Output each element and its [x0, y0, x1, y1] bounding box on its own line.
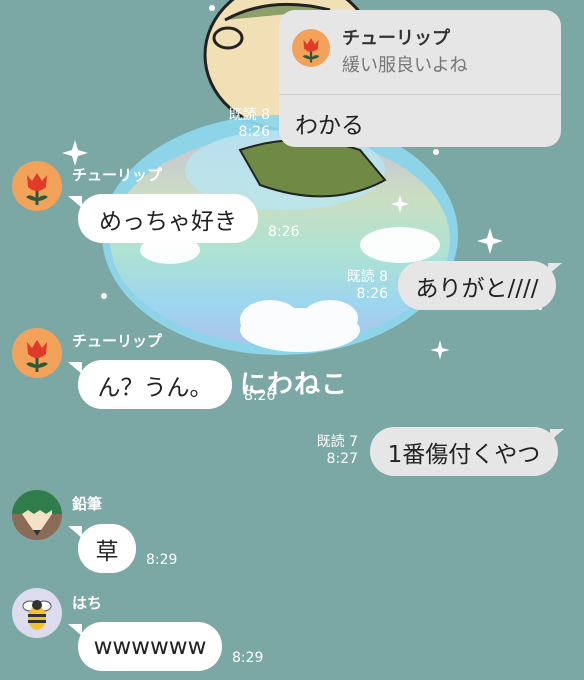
message-bubble[interactable]: 草 — [78, 524, 136, 573]
timestamp: 8:29 — [232, 650, 264, 666]
bee-avatar[interactable] — [12, 588, 62, 638]
pencil-icon — [12, 490, 62, 536]
pencil-avatar[interactable] — [12, 490, 62, 540]
quoted-message[interactable]: チューリップ 緩い服良いよね — [279, 10, 561, 95]
read-receipt: 既読 7 8:27 — [316, 434, 358, 467]
tulip-icon — [292, 29, 330, 67]
bubble-tail — [548, 263, 562, 275]
message-bubble[interactable]: めっちゃ好き — [78, 194, 258, 243]
message-text: わかる — [295, 113, 364, 139]
quoted-sender: チューリップ — [342, 28, 450, 49]
read-receipt: 既読 8 8:26 — [346, 269, 388, 302]
bee-icon — [22, 600, 52, 630]
sender-name: 鉛筆 — [72, 495, 103, 513]
bubble-tail — [550, 429, 564, 441]
message-bubble[interactable]: 1番傷付くやつ — [370, 427, 558, 476]
tulip-avatar[interactable] — [12, 328, 62, 378]
sender-name: チューリップ — [72, 332, 163, 350]
timestamp: 8:29 — [146, 552, 178, 568]
quoted-text: 緩い服良いよね — [342, 55, 468, 76]
sender-name: はち — [72, 594, 103, 612]
timestamp: 8:26 — [268, 224, 300, 240]
message-bubble[interactable]: ありがと//// — [398, 261, 556, 310]
read-receipt: 既読 8 8:26 — [228, 107, 270, 140]
reply-message-bubble[interactable]: チューリップ 緩い服良いよね わかる — [279, 10, 561, 147]
timestamp: 8:26 — [244, 388, 276, 404]
tulip-icon — [26, 340, 48, 372]
sender-name: チューリップ — [72, 166, 163, 184]
tulip-icon — [26, 173, 48, 205]
message-bubble[interactable]: ん？うん。 — [78, 360, 232, 409]
tulip-avatar[interactable] — [12, 161, 62, 211]
message-bubble[interactable]: wwwwww — [78, 622, 222, 671]
